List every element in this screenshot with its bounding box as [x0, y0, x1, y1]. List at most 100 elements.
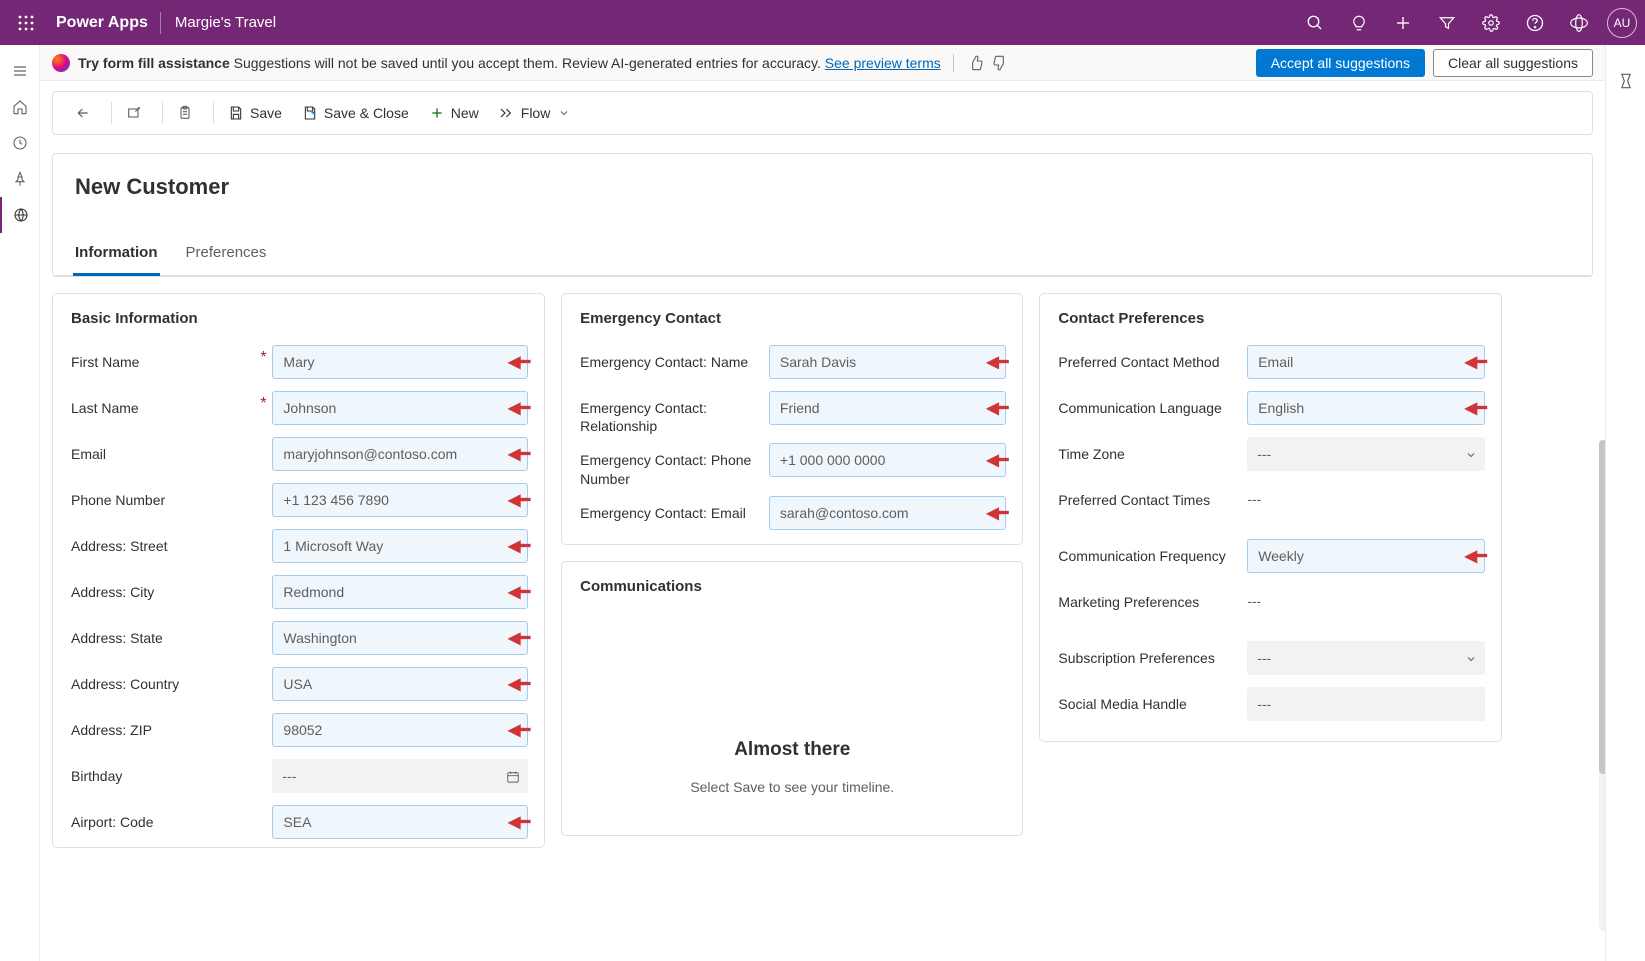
label-zip: Address: ZIP: [71, 713, 258, 739]
ec-phone-input[interactable]: [769, 443, 1007, 477]
new-button[interactable]: New: [419, 92, 489, 134]
pref-marketing-value[interactable]: ---: [1233, 585, 1261, 609]
pref-times-value[interactable]: ---: [1233, 483, 1261, 507]
sitemap-entity-icon[interactable]: [0, 197, 40, 233]
suggestion-indicator-icon: ◀━: [508, 352, 530, 372]
street-input[interactable]: [272, 529, 528, 563]
pinned-icon[interactable]: [0, 161, 40, 197]
clear-all-button[interactable]: Clear all suggestions: [1433, 49, 1593, 77]
pref-social-input[interactable]: [1247, 687, 1485, 721]
country-input[interactable]: [272, 667, 528, 701]
clipboard-icon[interactable]: [167, 92, 209, 134]
label-street: Address: Street: [71, 529, 258, 555]
add-icon[interactable]: [1381, 0, 1425, 45]
save-button[interactable]: Save: [218, 92, 292, 134]
thumbs-up-icon[interactable]: [968, 54, 984, 71]
thumbs-down-icon[interactable]: [992, 54, 1008, 71]
section-title: Contact Preferences: [1040, 294, 1500, 341]
tab-bar: Information Preferences: [53, 236, 1592, 276]
suggestion-indicator-icon: ◀━: [508, 398, 530, 418]
global-header: Power Apps Margie's Travel AU: [0, 0, 1645, 45]
idea-icon[interactable]: [1337, 0, 1381, 45]
command-bar: Save Save & Close New Flow: [52, 91, 1593, 135]
divider: [953, 54, 954, 72]
left-rail: [0, 45, 40, 961]
label-pref-marketing: Marketing Preferences: [1058, 585, 1233, 611]
suggestion-indicator-icon: ◀━: [986, 450, 1008, 470]
ec-email-input[interactable]: [769, 496, 1007, 530]
label-ec-relationship: Emergency Contact: Relationship: [580, 391, 755, 435]
pref-subscription-select[interactable]: ---: [1247, 641, 1485, 675]
form-canvas: New Customer Information Preferences Bas…: [40, 145, 1605, 961]
search-icon[interactable]: [1293, 0, 1337, 45]
assist-icon[interactable]: [1557, 0, 1601, 45]
suggestion-indicator-icon: ◀━: [508, 812, 530, 832]
app-name-label[interactable]: Margie's Travel: [161, 14, 290, 31]
suggestion-indicator-icon: ◀━: [508, 490, 530, 510]
avatar[interactable]: AU: [1607, 8, 1637, 38]
site-map-toggle-icon[interactable]: [0, 53, 40, 89]
app-launcher-icon[interactable]: [8, 15, 44, 31]
calendar-icon: [506, 768, 520, 784]
label-birthday: Birthday: [71, 759, 258, 785]
gear-icon[interactable]: [1469, 0, 1513, 45]
section-title: Basic Information: [53, 294, 544, 341]
last-name-input[interactable]: [272, 391, 528, 425]
recent-icon[interactable]: [0, 125, 40, 161]
chevron-down-icon: [1465, 650, 1477, 666]
home-icon[interactable]: [0, 89, 40, 125]
label-phone: Phone Number: [71, 483, 258, 509]
label-pref-timezone: Time Zone: [1058, 437, 1233, 463]
suggestion-indicator-icon: ◀━: [508, 628, 530, 648]
label-first-name: First Name: [71, 345, 258, 371]
right-rail: [1605, 45, 1645, 961]
label-pref-frequency: Communication Frequency: [1058, 539, 1233, 565]
suggestion-indicator-icon: ◀━: [508, 582, 530, 602]
pref-method-select[interactable]: Email: [1247, 345, 1485, 379]
zip-input[interactable]: [272, 713, 528, 747]
label-ec-name: Emergency Contact: Name: [580, 345, 755, 371]
label-ec-phone: Emergency Contact: Phone Number: [580, 443, 755, 487]
label-city: Address: City: [71, 575, 258, 601]
city-input[interactable]: [272, 575, 528, 609]
open-new-window-icon[interactable]: [116, 92, 158, 134]
scrollbar[interactable]: [1599, 440, 1605, 931]
phone-input[interactable]: [272, 483, 528, 517]
flow-button[interactable]: Flow: [489, 92, 586, 134]
pref-timezone-select[interactable]: ---: [1247, 437, 1485, 471]
birthday-input[interactable]: ---: [272, 759, 528, 793]
accept-all-button[interactable]: Accept all suggestions: [1256, 49, 1425, 77]
suggestion-indicator-icon: ◀━: [1465, 398, 1487, 418]
suggestion-indicator-icon: ◀━: [508, 536, 530, 556]
page-header-card: New Customer Information Preferences: [52, 153, 1593, 277]
label-pref-language: Communication Language: [1058, 391, 1233, 417]
timeline-empty-state: Almost there Select Save to see your tim…: [562, 609, 1022, 835]
ec-relationship-select[interactable]: Friend: [769, 391, 1007, 425]
tab-information[interactable]: Information: [73, 236, 160, 276]
pref-language-select[interactable]: English: [1247, 391, 1485, 425]
empty-title: Almost there: [582, 739, 1002, 761]
state-input[interactable]: [272, 621, 528, 655]
preview-terms-link[interactable]: See preview terms: [825, 55, 941, 71]
first-name-input[interactable]: [272, 345, 528, 379]
help-icon[interactable]: [1513, 0, 1557, 45]
pref-frequency-select[interactable]: Weekly: [1247, 539, 1485, 573]
back-button[interactable]: [65, 92, 107, 134]
filter-icon[interactable]: [1425, 0, 1469, 45]
page-title: New Customer: [53, 174, 1592, 236]
copilot-icon: [52, 54, 70, 72]
tab-preferences[interactable]: Preferences: [184, 236, 269, 275]
suggestion-indicator-icon: ◀━: [1465, 546, 1487, 566]
suggestion-text: Suggestions will not be saved until you …: [230, 55, 825, 71]
copilot-pane-icon[interactable]: [1606, 63, 1645, 99]
suggestion-indicator-icon: ◀━: [986, 398, 1008, 418]
suggestion-indicator-icon: ◀━: [1465, 352, 1487, 372]
airport-input[interactable]: [272, 805, 528, 839]
save-close-button[interactable]: Save & Close: [292, 92, 419, 134]
suggestion-bar: Try form fill assistance Suggestions wil…: [40, 45, 1605, 81]
section-emergency-contact: Emergency Contact Emergency Contact: Nam…: [561, 293, 1023, 545]
label-airport: Airport: Code: [71, 805, 258, 831]
email-input[interactable]: [272, 437, 528, 471]
label-pref-social: Social Media Handle: [1058, 687, 1233, 713]
ec-name-input[interactable]: [769, 345, 1007, 379]
